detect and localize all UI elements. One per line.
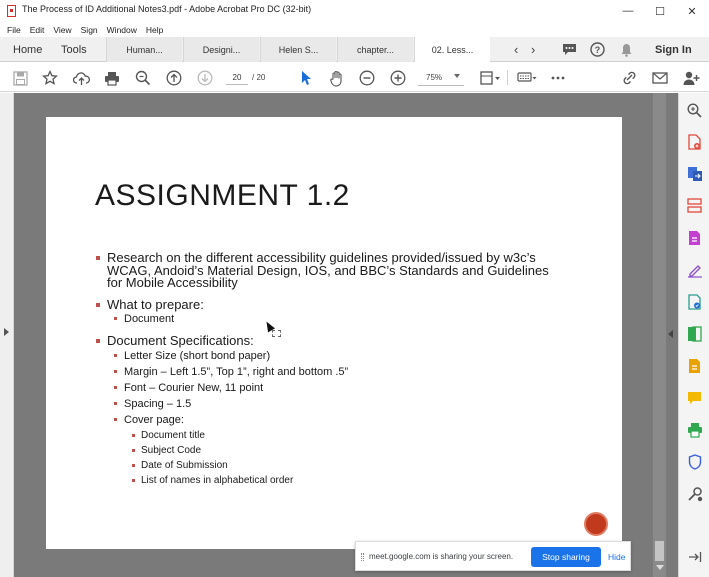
toolbar-divider <box>507 70 508 85</box>
zoom-level-select[interactable]: 75% <box>418 69 464 86</box>
spec-item: Cover page: <box>96 412 566 428</box>
chevron-down-icon <box>454 74 460 78</box>
screen-share-banner: meet.google.com is sharing your screen. … <box>355 541 631 571</box>
bullet-what-to-prepare: What to prepare: <box>96 298 566 312</box>
collapse-panel-icon[interactable] <box>686 548 703 565</box>
prepare-form-icon[interactable] <box>686 357 703 374</box>
previous-page-icon[interactable] <box>165 69 183 87</box>
svg-text:?: ? <box>595 45 601 55</box>
toolbar: / 20 75% <box>0 63 709 92</box>
tab-bar: Home Tools Human... Designi... Helen S..… <box>0 37 709 62</box>
cover-item: Document title <box>96 428 566 443</box>
acrobat-pdf-icon <box>7 5 16 17</box>
page-fit-icon[interactable] <box>478 69 502 87</box>
zoom-search-icon[interactable] <box>134 69 152 87</box>
zoom-out-icon[interactable] <box>358 69 376 87</box>
help-icon[interactable]: ? <box>589 41 606 58</box>
menu-edit[interactable]: Edit <box>30 25 45 35</box>
combine-files-icon[interactable] <box>686 325 703 342</box>
hide-button[interactable]: Hide <box>608 552 625 562</box>
keyboard-icon[interactable] <box>516 69 538 87</box>
edit-pdf-icon[interactable] <box>686 229 703 246</box>
cover-item: List of names in alphabetical order <box>96 473 566 488</box>
cover-item: Subject Code <box>96 443 566 458</box>
zoom-in-icon[interactable] <box>389 69 407 87</box>
bell-icon[interactable] <box>618 41 635 58</box>
spec-item: Font – Courier New, 11 point <box>96 380 566 396</box>
pdf-page: ASSIGNMENT 1.2 Research on the different… <box>46 117 622 549</box>
minimize-button[interactable]: — <box>612 0 644 22</box>
menu-view[interactable]: View <box>53 25 71 35</box>
slide-title: ASSIGNMENT 1.2 <box>95 179 350 212</box>
sign-in-button[interactable]: Sign In <box>655 44 692 56</box>
spec-item: Letter Size (short bond paper) <box>96 348 566 364</box>
expand-left-icon <box>4 328 9 336</box>
bookmark-star-icon[interactable] <box>41 69 59 87</box>
comment-panel-icon[interactable] <box>686 389 703 406</box>
stop-sharing-button[interactable]: Stop sharing <box>531 547 601 567</box>
close-button[interactable]: ✕ <box>676 0 708 22</box>
menu-window[interactable]: Window <box>107 25 137 35</box>
vertical-scrollbar[interactable] <box>653 93 666 577</box>
tab-home[interactable]: Home <box>13 37 42 62</box>
zoom-level-value: 75% <box>426 72 443 82</box>
menu-file[interactable]: File <box>7 25 21 35</box>
title-bar: The Process of ID Additional Notes3.pdf … <box>0 0 709 22</box>
select-pointer-icon[interactable] <box>297 69 315 87</box>
record-icon[interactable] <box>584 512 608 536</box>
spec-item: Spacing – 1.5 <box>96 396 566 412</box>
next-page-icon[interactable] <box>196 69 214 87</box>
link-share-icon[interactable] <box>620 69 638 87</box>
chevron-right-icon[interactable]: › <box>531 37 535 62</box>
export-pdf-icon[interactable] <box>686 165 703 182</box>
collapse-right-panel-icon[interactable] <box>668 330 673 338</box>
create-pdf-icon[interactable] <box>686 133 703 150</box>
drag-handle-icon[interactable] <box>361 553 364 561</box>
more-tools-icon[interactable] <box>686 485 703 502</box>
text-select-cursor-icon <box>272 330 281 337</box>
fill-sign-icon[interactable] <box>686 261 703 278</box>
page-number-input[interactable] <box>226 70 248 85</box>
request-signature-icon[interactable] <box>686 293 703 310</box>
page-total: / 20 <box>252 73 266 82</box>
organize-pages-icon[interactable] <box>686 197 703 214</box>
menu-help[interactable]: Help <box>146 25 163 35</box>
share-message: meet.google.com is sharing your screen. <box>369 552 514 561</box>
scroll-down-icon[interactable] <box>656 565 664 570</box>
bullet-research: Research on the different accessibility … <box>96 251 566 290</box>
comment-icon[interactable] <box>561 41 578 58</box>
upload-cloud-icon[interactable] <box>72 69 90 87</box>
maximize-button[interactable]: ☐ <box>644 0 676 22</box>
hand-tool-icon[interactable] <box>328 69 346 87</box>
zoom-panel-icon[interactable] <box>686 102 703 119</box>
tab-document-3[interactable]: Helen S... <box>260 37 336 62</box>
right-tools-panel <box>678 93 709 577</box>
email-icon[interactable] <box>651 69 669 87</box>
tab-document-2[interactable]: Designi... <box>183 37 259 62</box>
tab-document-4[interactable]: chapter... <box>337 37 413 62</box>
tab-document-5-active[interactable]: 02. Less... <box>414 37 490 62</box>
slide-bullets: Research on the different accessibility … <box>96 251 566 488</box>
spec-item: Margin – Left 1.5”, Top 1”, right and bo… <box>96 364 566 380</box>
cover-item: Date of Submission <box>96 458 566 473</box>
add-user-icon[interactable] <box>682 69 700 87</box>
print-production-icon[interactable] <box>686 421 703 438</box>
more-options-icon[interactable] <box>549 69 567 87</box>
tab-document-1[interactable]: Human... <box>106 37 182 62</box>
scrollbar-thumb[interactable] <box>655 541 664 561</box>
print-icon[interactable] <box>103 69 121 87</box>
chevron-left-icon[interactable]: ‹ <box>514 37 518 62</box>
tab-tools[interactable]: Tools <box>61 37 87 62</box>
left-panel-toggle[interactable] <box>0 93 14 577</box>
acrobat-window: The Process of ID Additional Notes3.pdf … <box>0 0 709 577</box>
menu-bar: File Edit View Sign Window Help <box>0 22 709 37</box>
window-title: The Process of ID Additional Notes3.pdf … <box>22 4 312 14</box>
protect-shield-icon[interactable] <box>686 453 703 470</box>
bullet-document-specifications: Document Specifications: <box>96 334 566 348</box>
sub-bullet-document: Document <box>96 311 566 327</box>
menu-sign[interactable]: Sign <box>81 25 98 35</box>
save-icon[interactable] <box>11 69 29 87</box>
